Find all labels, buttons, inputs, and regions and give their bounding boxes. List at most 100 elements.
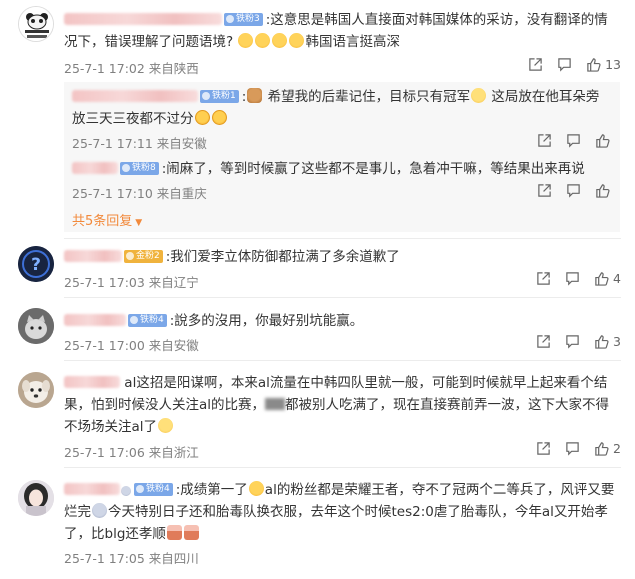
thumbs-up-icon bbox=[595, 335, 609, 349]
share-button[interactable] bbox=[536, 334, 551, 349]
divider bbox=[64, 360, 621, 361]
username[interactable] bbox=[64, 314, 126, 326]
reply-time: 25-7-1 17:10 来自重庆 bbox=[72, 186, 207, 201]
comment-text: 铁粉4:說多的沒用，你最好别坑能赢。 bbox=[64, 310, 621, 332]
fan-badge: 铁粉4 bbox=[128, 313, 167, 327]
thumbs-up-icon bbox=[595, 272, 609, 286]
comment-text: al这招是阳谋啊，本来al流量在中韩四队里就一般，可能到时候就早上起来看个结果，… bbox=[64, 375, 610, 435]
laugh-cry-emoji bbox=[272, 33, 288, 48]
username[interactable] bbox=[72, 90, 198, 102]
fan-badge: 铁粉4 bbox=[134, 482, 173, 496]
vip-icon bbox=[121, 486, 131, 496]
fan-badge: 铁粉8 bbox=[120, 161, 159, 175]
doge-emoji bbox=[158, 418, 174, 433]
avatar[interactable] bbox=[18, 308, 54, 344]
blurred-text bbox=[265, 398, 286, 410]
caret-down-icon: ▼ bbox=[135, 218, 143, 228]
share-icon bbox=[529, 58, 542, 71]
share-button[interactable] bbox=[537, 183, 552, 198]
share-button[interactable] bbox=[536, 441, 551, 456]
more-replies-link[interactable]: 共5条回复 ▼ bbox=[72, 210, 142, 229]
cat-avatar-icon bbox=[18, 308, 54, 344]
like-button[interactable]: 3 bbox=[594, 334, 621, 349]
like-button[interactable]: 13 bbox=[586, 57, 621, 72]
username[interactable] bbox=[64, 250, 122, 262]
svg-text:?: ? bbox=[31, 255, 41, 275]
comment-time: 25-7-1 17:00 来自安徽 bbox=[64, 338, 199, 353]
dog-avatar-icon bbox=[18, 372, 54, 408]
reply-button[interactable] bbox=[565, 271, 580, 286]
comment-time: 25-7-1 17:02 来自陕西 bbox=[64, 61, 199, 76]
laugh-cry-emoji bbox=[238, 33, 254, 48]
share-icon bbox=[537, 442, 550, 455]
reply-button[interactable] bbox=[565, 334, 580, 349]
fan-badge-icon bbox=[126, 252, 134, 260]
share-icon bbox=[537, 272, 550, 285]
reply-button[interactable] bbox=[565, 441, 580, 456]
comment-time: 25-7-1 17:06 来自浙江 bbox=[64, 445, 199, 460]
avatar[interactable] bbox=[18, 6, 54, 42]
comment-icon bbox=[566, 442, 579, 456]
comment-icon bbox=[567, 184, 580, 198]
username[interactable] bbox=[64, 13, 222, 25]
like-count: 13 bbox=[605, 57, 621, 72]
comment-text: 金粉2:我们爱李立体防御都拉满了多余道歉了 bbox=[64, 246, 621, 268]
comment-icon bbox=[566, 335, 579, 349]
reply-text: 铁粉8:闹麻了，等到时候赢了这些都不是事儿，急着冲干嘛，等结果出来再说 bbox=[72, 158, 610, 180]
reply-time: 25-7-1 17:11 来自安徽 bbox=[72, 136, 207, 151]
like-button[interactable] bbox=[595, 133, 610, 148]
laugh-cry-emoji bbox=[289, 33, 305, 48]
divider bbox=[64, 238, 621, 239]
username[interactable] bbox=[64, 483, 120, 495]
reply-button[interactable] bbox=[566, 133, 581, 148]
like-count: 4 bbox=[613, 271, 621, 286]
comment-text: 铁粉4:成绩第一了 al的粉丝都是荣耀王者，夺不了冠两个二等兵了，风评又要烂完 今天… bbox=[64, 481, 615, 542]
fan-badge-icon bbox=[122, 164, 130, 172]
reply-item: 铁粉1: 希望我的后辈记住，目标只有冠军 这局放在他耳朵旁放三天三夜都不过分 2… bbox=[72, 86, 610, 151]
cake-emoji bbox=[166, 525, 182, 540]
avatar[interactable] bbox=[18, 480, 54, 516]
reply-button[interactable] bbox=[557, 57, 572, 72]
fan-badge-icon bbox=[130, 316, 138, 324]
thumbs-up-icon bbox=[596, 184, 610, 198]
fan-badge-icon bbox=[202, 92, 210, 100]
fan-badge: 铁粉1 bbox=[200, 89, 239, 103]
thumbs-up-icon bbox=[587, 58, 601, 72]
share-button[interactable] bbox=[536, 271, 551, 286]
cry-emoji bbox=[194, 110, 210, 125]
panda-avatar-icon bbox=[19, 7, 53, 41]
cry-emoji bbox=[211, 110, 227, 125]
like-button[interactable] bbox=[595, 183, 610, 198]
smirk-emoji bbox=[471, 88, 487, 103]
comment-text: 铁粉3:这意思是韩国人直接面对韩国媒体的采访，没有翻译的情况下，错误理解了问题语… bbox=[64, 12, 608, 50]
like-button[interactable]: 4 bbox=[594, 271, 621, 286]
thumbs-up-icon bbox=[595, 442, 609, 456]
share-icon bbox=[538, 184, 551, 197]
username[interactable] bbox=[72, 162, 118, 174]
share-icon bbox=[538, 134, 551, 147]
girl-avatar-icon bbox=[18, 480, 54, 516]
comment-icon bbox=[558, 58, 571, 72]
fan-badge: 铁粉3 bbox=[224, 12, 263, 26]
like-button[interactable]: 2 bbox=[594, 441, 621, 456]
grin-emoji bbox=[248, 481, 264, 496]
share-icon bbox=[537, 335, 550, 348]
reply-button[interactable] bbox=[566, 183, 581, 198]
avatar[interactable]: ? bbox=[18, 246, 54, 282]
cake-emoji bbox=[183, 525, 199, 540]
avatar[interactable] bbox=[18, 372, 54, 408]
divider bbox=[64, 297, 621, 298]
share-button[interactable] bbox=[528, 57, 543, 72]
comment-time: 25-7-1 17:05 来自四川 bbox=[64, 551, 199, 566]
share-button[interactable] bbox=[537, 133, 552, 148]
username[interactable] bbox=[64, 376, 120, 388]
thumbs-up-icon bbox=[596, 134, 610, 148]
like-count: 2 bbox=[613, 441, 621, 456]
like-count: 3 bbox=[613, 334, 621, 349]
question-mark-avatar-icon: ? bbox=[18, 246, 54, 282]
fan-badge-icon bbox=[136, 485, 144, 493]
reply-text: 铁粉1: 希望我的后辈记住，目标只有冠军 这局放在他耳朵旁放三天三夜都不过分 bbox=[72, 88, 600, 127]
reply-thread: 铁粉1: 希望我的后辈记住，目标只有冠军 这局放在他耳朵旁放三天三夜都不过分 2… bbox=[64, 82, 620, 232]
divider bbox=[64, 467, 621, 468]
comment-icon bbox=[567, 134, 580, 148]
